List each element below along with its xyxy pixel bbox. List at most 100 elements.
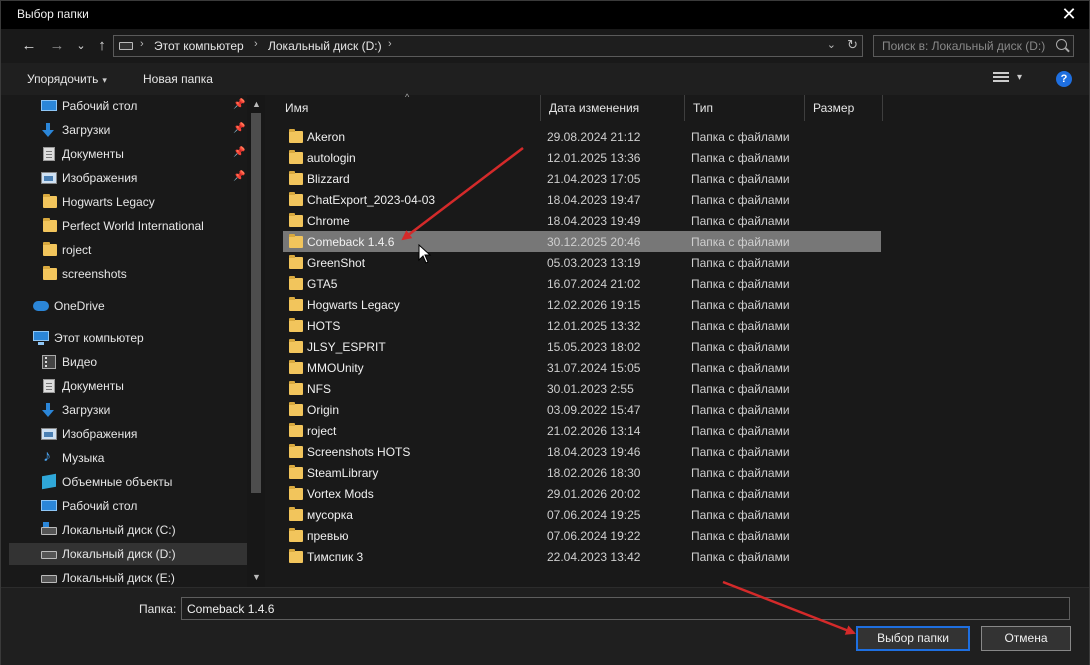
breadcrumb-separator[interactable]: › [388, 38, 392, 50]
file-type: Папка с файлами [691, 256, 790, 270]
sidebar-item-downloads[interactable]: Загрузки [9, 399, 247, 421]
forward-arrow-icon[interactable]: → [47, 37, 67, 57]
cancel-button[interactable]: Отмена [981, 626, 1071, 651]
sidebar-item-downloads-quick[interactable]: Загрузки 📌 [9, 119, 247, 141]
download-icon [41, 123, 55, 137]
folder-icon [289, 465, 303, 479]
file-date: 12.02.2026 19:15 [547, 298, 641, 312]
view-options-icon[interactable] [993, 72, 1009, 86]
list-item[interactable]: GTA5 16.07.2024 21:02 Папка с файлами [283, 273, 881, 294]
sidebar-item-label: Изображения [62, 427, 138, 441]
scrollbar-thumb[interactable] [251, 113, 261, 493]
list-item[interactable]: NFS 30.01.2023 2:55 Папка с файлами [283, 378, 881, 399]
file-name: Vortex Mods [307, 487, 374, 501]
file-date: 21.04.2023 17:05 [547, 172, 641, 186]
list-item[interactable]: roject 21.02.2026 13:14 Папка с файлами [283, 420, 881, 441]
download-icon [41, 403, 55, 417]
recent-locations-chevron-icon[interactable]: ⌄ [71, 37, 91, 57]
scroll-up-icon[interactable]: ▲ [252, 99, 261, 109]
sidebar-item-screenshots[interactable]: screenshots [9, 263, 247, 285]
sidebar-item-perfect-world[interactable]: Perfect World International [9, 215, 247, 237]
folder-name-input[interactable] [181, 597, 1070, 620]
list-item[interactable]: GreenShot 05.03.2023 13:19 Папка с файлами [283, 252, 881, 273]
file-name: MMOUnity [307, 361, 364, 375]
breadcrumb-this-pc[interactable]: Этот компьютер [154, 39, 244, 53]
sidebar-item-drive-e[interactable]: Локальный диск (E:) [9, 567, 247, 587]
desktop-icon [41, 100, 57, 111]
sidebar-item-desktop[interactable]: Рабочий стол [9, 495, 247, 517]
list-item[interactable]: Origin 03.09.2022 15:47 Папка с файлами [283, 399, 881, 420]
list-item[interactable]: Screenshots HOTS 18.04.2023 19:46 Папка с … [283, 441, 881, 462]
list-item[interactable]: ChatExport_2023-04-03 18.04.2023 19:47 Пап… [283, 189, 881, 210]
search-box[interactable]: Поиск в: Локальный диск (D:) [873, 35, 1074, 57]
file-type: Папка с файлами [691, 487, 790, 501]
column-header-name[interactable]: Имя ^ [277, 92, 541, 121]
list-item[interactable]: превью 07.06.2024 19:22 Папка с файлами [283, 525, 881, 546]
list-item[interactable]: Blizzard 21.04.2023 17:05 Папка с файлами [283, 168, 881, 189]
navigation-scrollbar[interactable]: ▲ ▼ [247, 95, 265, 587]
list-item[interactable]: Hogwarts Legacy 12.02.2026 19:15 Папка с ф… [283, 294, 881, 315]
breadcrumb-separator[interactable]: › [140, 38, 144, 50]
breadcrumb-drive-d[interactable]: Локальный диск (D:) [268, 39, 382, 53]
list-item[interactable]: мусорка 07.06.2024 19:25 Папка с файлами [283, 504, 881, 525]
onedrive-icon [33, 301, 49, 311]
file-date: 22.04.2023 13:42 [547, 550, 641, 564]
file-name: превью [307, 529, 349, 543]
sidebar-item-onedrive[interactable]: OneDrive [9, 295, 247, 317]
organize-button[interactable]: Упорядочить ▾ [27, 72, 107, 86]
column-header-type[interactable]: Тип [685, 95, 805, 121]
scroll-down-icon[interactable]: ▼ [252, 572, 261, 582]
sidebar-item-roject[interactable]: roject [9, 239, 247, 261]
up-arrow-icon[interactable]: ↑ [92, 37, 112, 57]
column-header-label: Размер [813, 101, 855, 115]
list-item[interactable]: MMOUnity 31.07.2024 15:05 Папка с файлами [283, 357, 881, 378]
help-icon[interactable]: ? [1056, 71, 1072, 87]
sidebar-item-drive-d[interactable]: Локальный диск (D:) [9, 543, 247, 565]
sidebar-item-label: Локальный диск (D:) [62, 547, 176, 561]
sidebar-item-pictures-quick[interactable]: Изображения 📌 [9, 167, 247, 189]
sidebar-item-hogwarts-legacy[interactable]: Hogwarts Legacy [9, 191, 247, 213]
column-header-size[interactable]: Размер [805, 95, 883, 121]
select-folder-button[interactable]: Выбор папки [856, 626, 970, 651]
file-date: 30.01.2023 2:55 [547, 382, 634, 396]
file-type: Папка с файлами [691, 403, 790, 417]
list-item[interactable]: Akeron 29.08.2024 21:12 Папка с файлами [283, 126, 881, 147]
sidebar-item-label: Объемные объекты [62, 475, 173, 489]
sidebar-item-pictures[interactable]: Изображения [9, 423, 247, 445]
list-item[interactable]: SteamLibrary 18.02.2026 18:30 Папка с файл… [283, 462, 881, 483]
sidebar-item-3d-objects[interactable]: Объемные объекты [9, 471, 247, 493]
pin-icon: 📌 [233, 171, 246, 182]
list-item[interactable]: JLSY_ESPRIT 15.05.2023 18:02 Папка с файла… [283, 336, 881, 357]
file-name: мусорка [307, 508, 353, 522]
sidebar-item-desktop-quick[interactable]: Рабочий стол 📌 [9, 95, 247, 117]
folder-icon [289, 276, 303, 290]
file-name: Origin [307, 403, 340, 417]
sidebar-item-drive-c[interactable]: Локальный диск (C:) [9, 519, 247, 541]
search-icon[interactable] [1056, 39, 1067, 50]
view-options-caret-icon[interactable]: ▾ [1017, 72, 1022, 83]
new-folder-button[interactable]: Новая папка [143, 72, 213, 86]
list-item[interactable]: Тимспик 3 22.04.2023 13:42 Папка с файлами [283, 546, 881, 567]
sidebar-item-videos[interactable]: Видео [9, 351, 247, 373]
close-button[interactable]: ✕ [1057, 3, 1081, 25]
column-header-date[interactable]: Дата изменения [541, 95, 685, 121]
list-item[interactable]: autologin 12.01.2025 13:36 Папка с файлами [283, 147, 881, 168]
list-item-selected[interactable]: Comeback 1.4.6 30.12.2025 20:46 Папка с фа… [283, 231, 881, 252]
folder-label: Папка: [139, 602, 177, 616]
sidebar-item-documents[interactable]: Документы [9, 375, 247, 397]
list-item[interactable]: Vortex Mods 29.01.2026 20:02 Папка с файла… [283, 483, 881, 504]
file-name: GTA5 [307, 277, 338, 291]
sidebar-item-this-pc[interactable]: Этот компьютер [9, 327, 247, 349]
sidebar-item-label: Документы [62, 147, 124, 161]
folder-icon [289, 360, 303, 374]
back-arrow-icon[interactable]: ← [19, 37, 39, 57]
list-item[interactable]: HOTS 12.01.2025 13:32 Папка с файлами [283, 315, 881, 336]
address-dropdown-chevron-icon[interactable]: ⌄ [827, 38, 836, 51]
refresh-icon[interactable]: ↻ [847, 37, 858, 53]
sidebar-item-documents-quick[interactable]: Документы 📌 [9, 143, 247, 165]
sidebar-item-music[interactable]: Музыка [9, 447, 247, 469]
address-bar[interactable]: › Этот компьютер › Локальный диск (D:) ›… [113, 35, 863, 57]
file-name: Akeron [307, 130, 346, 144]
list-item[interactable]: Chrome 18.04.2023 19:49 Папка с файлами [283, 210, 881, 231]
breadcrumb-separator[interactable]: › [254, 38, 258, 50]
